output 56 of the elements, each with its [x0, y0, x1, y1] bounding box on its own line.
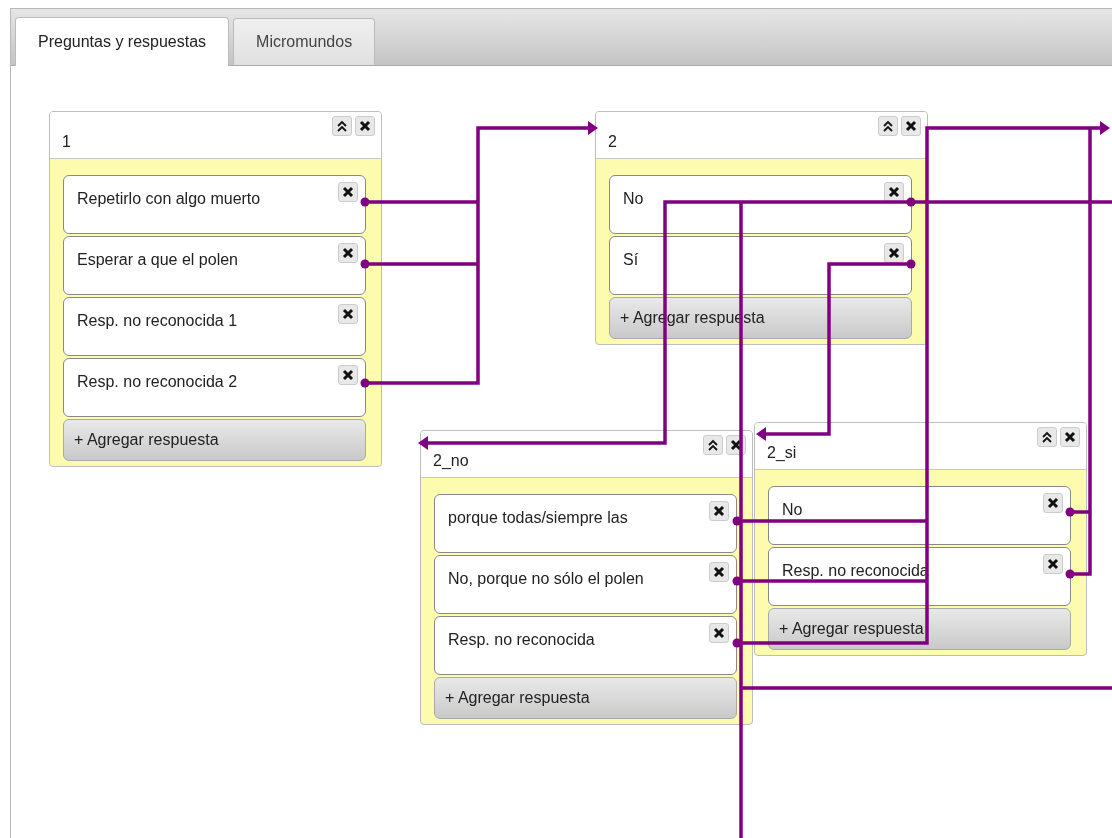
delete-answer-button[interactable] — [709, 501, 729, 521]
add-answer-button[interactable]: + Agregar respuesta — [434, 677, 737, 719]
tab[interactable]: Preguntas y respuestas — [15, 17, 230, 66]
node-title: 1 — [62, 133, 71, 151]
delete-answer-button[interactable] — [709, 623, 729, 643]
close-icon — [713, 566, 725, 578]
close-icon — [888, 186, 900, 198]
node-title: 2_no — [433, 452, 469, 470]
collapse-button[interactable] — [703, 435, 723, 455]
collapse-button[interactable] — [878, 116, 898, 136]
answer-item[interactable]: Esperar a que el polen — [63, 236, 366, 295]
close-icon — [905, 120, 917, 132]
tab[interactable]: Micromundos — [233, 18, 376, 65]
answer-item[interactable]: porque todas/siempre las — [434, 494, 737, 553]
close-icon — [342, 247, 354, 259]
delete-answer-button[interactable] — [338, 182, 358, 202]
close-icon — [713, 627, 725, 639]
close-icon — [342, 186, 354, 198]
answer-item[interactable]: Sí — [609, 236, 912, 295]
double-chevron-up-icon — [882, 120, 894, 132]
close-icon — [342, 308, 354, 320]
add-answer-button[interactable]: + Agregar respuesta — [768, 608, 1071, 650]
close-button[interactable] — [901, 116, 921, 136]
close-icon — [888, 247, 900, 259]
double-chevron-up-icon — [336, 120, 348, 132]
close-icon — [1064, 431, 1076, 443]
delete-answer-button[interactable] — [709, 562, 729, 582]
delete-answer-button[interactable] — [1043, 493, 1063, 513]
delete-answer-button[interactable] — [884, 243, 904, 263]
node-title: 2_si — [767, 444, 797, 462]
close-icon — [730, 439, 742, 451]
close-icon — [713, 505, 725, 517]
double-chevron-up-icon — [707, 439, 719, 451]
collapse-button[interactable] — [1037, 427, 1057, 447]
answer-item[interactable]: Repetirlo con algo muerto — [63, 175, 366, 234]
node-title: 2 — [608, 133, 617, 151]
answer-item[interactable]: Resp. no reconocida — [434, 616, 737, 675]
double-chevron-up-icon — [1041, 431, 1053, 443]
delete-answer-button[interactable] — [338, 365, 358, 385]
close-button[interactable] — [1060, 427, 1080, 447]
answer-item[interactable]: No, porque no sólo el polen — [434, 555, 737, 614]
close-icon — [1047, 558, 1059, 570]
collapse-button[interactable] — [332, 116, 352, 136]
delete-answer-button[interactable] — [338, 243, 358, 263]
close-icon — [1047, 497, 1059, 509]
close-icon — [342, 369, 354, 381]
close-button[interactable] — [355, 116, 375, 136]
answer-item[interactable]: No — [768, 486, 1071, 545]
close-icon — [359, 120, 371, 132]
delete-answer-button[interactable] — [338, 304, 358, 324]
answer-item[interactable]: No — [609, 175, 912, 234]
answer-item[interactable]: Resp. no reconocida 1 — [63, 297, 366, 356]
delete-answer-button[interactable] — [884, 182, 904, 202]
answer-item[interactable]: Resp. no reconocida 2 — [63, 358, 366, 417]
add-answer-button[interactable]: + Agregar respuesta — [63, 419, 366, 461]
delete-answer-button[interactable] — [1043, 554, 1063, 574]
